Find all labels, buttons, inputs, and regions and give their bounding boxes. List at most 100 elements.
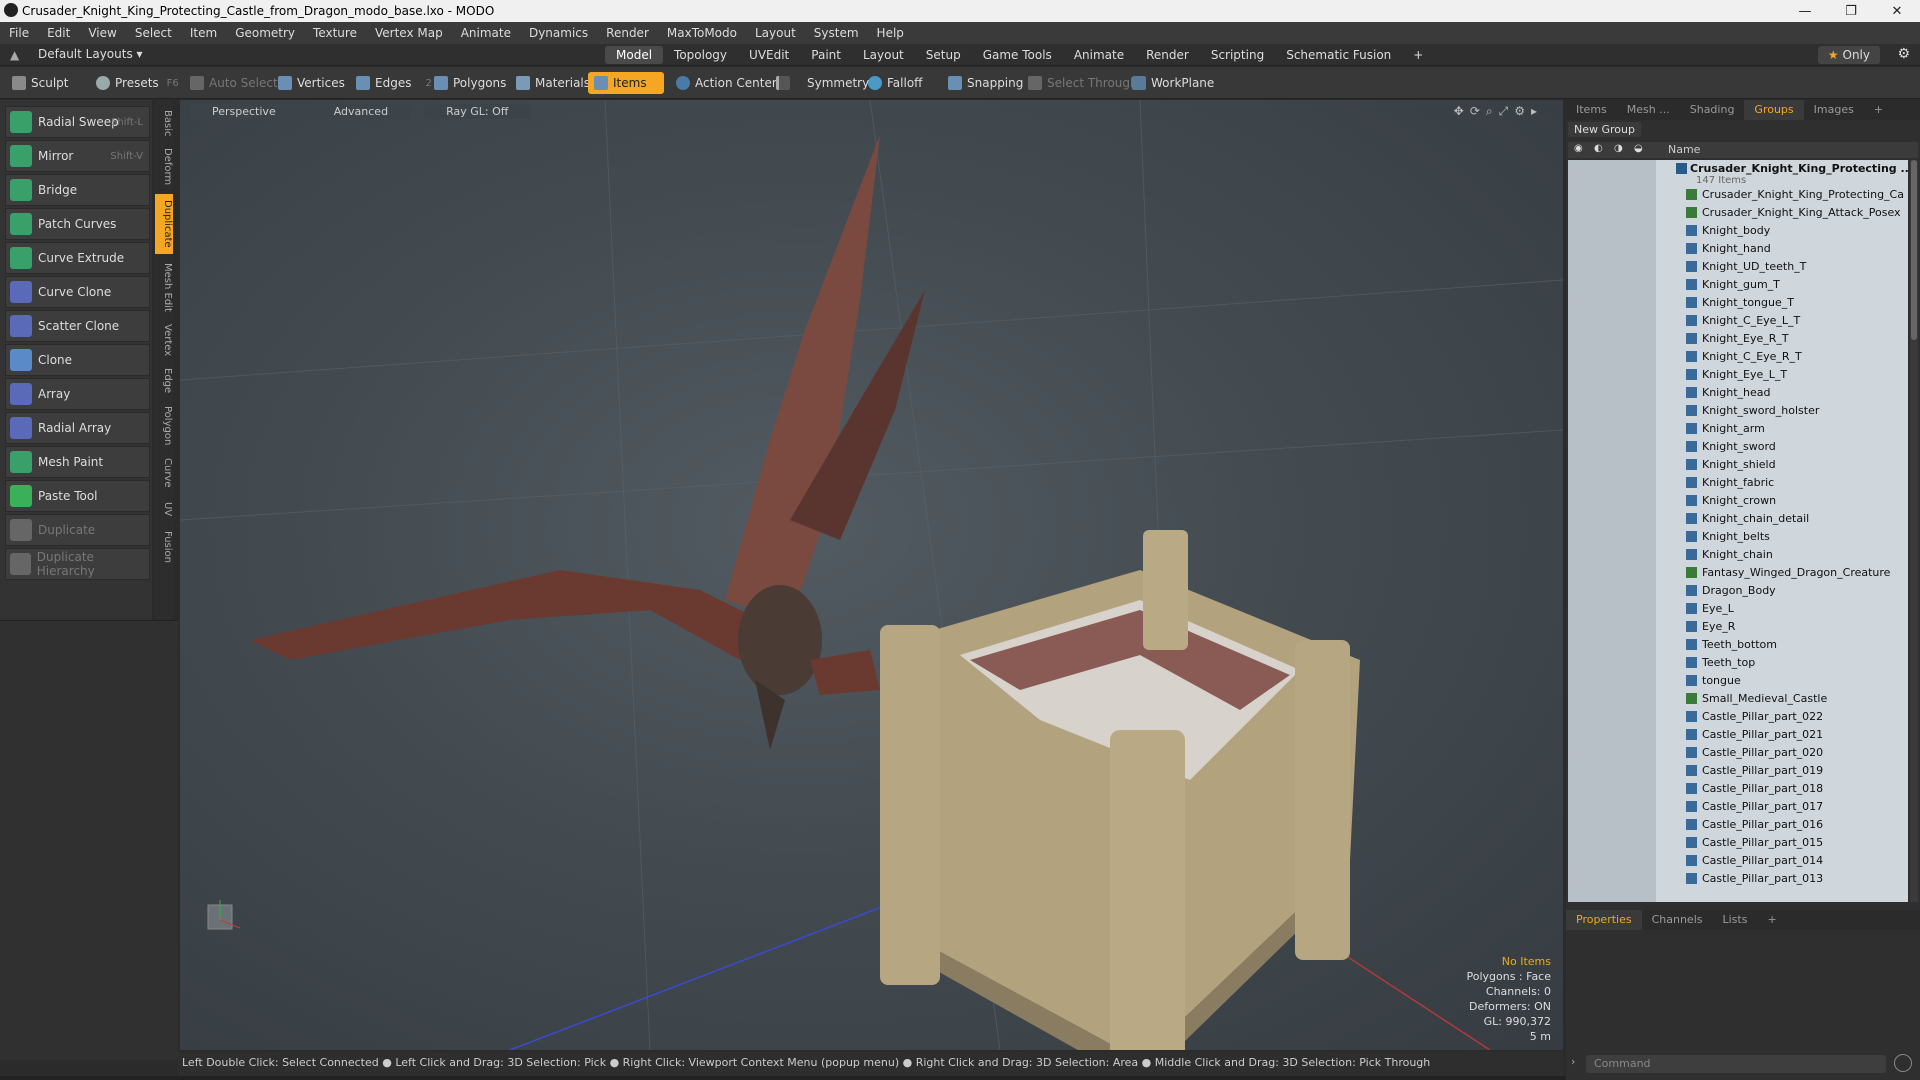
tab-items[interactable]: Items	[1566, 100, 1617, 120]
radial-array-tool[interactable]: Radial Array	[5, 412, 150, 444]
tree-item-row[interactable]: Castle_Pillar_part_014	[1568, 852, 1908, 870]
tab-setup[interactable]: Setup	[915, 46, 972, 64]
3d-viewport[interactable]: Perspective Advanced Ray GL: Off ✥⟳⌕⤢⚙▸ …	[180, 100, 1563, 1050]
tree-item-row[interactable]: Knight_UD_teeth_T	[1568, 258, 1908, 276]
tab-uvedit[interactable]: UVEdit	[738, 46, 800, 64]
advanced-dropdown[interactable]: Advanced	[311, 104, 411, 119]
tree-item-row[interactable]: Knight_belts	[1568, 528, 1908, 546]
tree-item-row[interactable]: Knight_gum_T	[1568, 276, 1908, 294]
tab-game-tools[interactable]: Game Tools	[972, 46, 1063, 64]
presets-button[interactable]: Presets F6	[90, 72, 185, 94]
gear-icon[interactable]: ⚙	[1897, 46, 1910, 62]
lock-icon[interactable]: ◐	[1594, 143, 1603, 154]
tab-scripting[interactable]: Scripting	[1200, 46, 1275, 64]
tree-item-row[interactable]: Castle_Pillar_part_020	[1568, 744, 1908, 762]
workplane-button[interactable]: WorkPlane	[1126, 72, 1220, 94]
render-icon[interactable]: ◑	[1614, 143, 1623, 154]
tab-render[interactable]: Render	[1135, 46, 1200, 64]
tree-item-row[interactable]: Teeth_bottom	[1568, 636, 1908, 654]
menu-vertex-map[interactable]: Vertex Map	[366, 26, 452, 40]
menu-view[interactable]: View	[79, 26, 125, 40]
eye-icon[interactable]: ◉	[1574, 143, 1583, 154]
viewport-nav-icons[interactable]: ✥⟳⌕⤢⚙▸	[1454, 104, 1543, 119]
tree-item-row[interactable]: Knight_Eye_R_T	[1568, 330, 1908, 348]
bridge-tool[interactable]: Bridge	[5, 174, 150, 206]
clone-tool[interactable]: Clone	[5, 344, 150, 376]
select-icon[interactable]: ◒	[1634, 143, 1643, 154]
polygons-button[interactable]: Polygons	[428, 72, 512, 94]
tree-item-row[interactable]: Castle_Pillar_part_019	[1568, 762, 1908, 780]
menu-animate[interactable]: Animate	[452, 26, 520, 40]
tab-schematic-fusion[interactable]: Schematic Fusion	[1275, 46, 1402, 64]
layout-toggle-icon[interactable]: ▲	[10, 48, 19, 62]
tree-item-row[interactable]: tongue	[1568, 672, 1908, 690]
tree-item-row[interactable]: Knight_fabric	[1568, 474, 1908, 492]
tree-item-row[interactable]: Knight_hand	[1568, 240, 1908, 258]
new-group-button[interactable]: New Group	[1568, 122, 1641, 137]
add-tab-button[interactable]: +	[1402, 46, 1434, 64]
menu-file[interactable]: File	[0, 26, 38, 40]
add-properties-tab[interactable]: +	[1757, 910, 1786, 930]
minimize-icon[interactable]: —	[1782, 0, 1828, 22]
mirror-tool[interactable]: Mirror Shift-V	[5, 140, 150, 172]
menu-help[interactable]: Help	[868, 26, 913, 40]
add-panel-tab[interactable]: +	[1864, 100, 1893, 120]
close-icon[interactable]: ✕	[1874, 0, 1920, 22]
tree-item-row[interactable]: Knight_C_Eye_L_T	[1568, 312, 1908, 330]
vtab-polygon[interactable]: Polygon	[155, 402, 173, 450]
menu-system[interactable]: System	[805, 26, 868, 40]
paste-tool[interactable]: Paste Tool	[5, 480, 150, 512]
edges-button[interactable]: Edges 2	[350, 72, 438, 94]
tree-item-row[interactable]: Castle_Pillar_part_018	[1568, 780, 1908, 798]
tab-channels[interactable]: Channels	[1642, 910, 1713, 930]
tree-item-row[interactable]: Castle_Pillar_part_021	[1568, 726, 1908, 744]
tab-animate[interactable]: Animate	[1063, 46, 1135, 64]
tree-item-row[interactable]: Knight_shield	[1568, 456, 1908, 474]
array-tool[interactable]: Array	[5, 378, 150, 410]
tree-item-row[interactable]: Fantasy_Winged_Dragon_Creature	[1568, 564, 1908, 582]
mesh-paint-tool[interactable]: Mesh Paint	[5, 446, 150, 478]
tree-item-row[interactable]: Castle_Pillar_part_022	[1568, 708, 1908, 726]
tab-paint[interactable]: Paint	[800, 46, 852, 64]
menu-item[interactable]: Item	[181, 26, 226, 40]
tree-item-row[interactable]: Knight_C_Eye_R_T	[1568, 348, 1908, 366]
menu-texture[interactable]: Texture	[304, 26, 366, 40]
menu-dynamics[interactable]: Dynamics	[520, 26, 597, 40]
tree-item-row[interactable]: Teeth_top	[1568, 654, 1908, 672]
tree-item-row[interactable]: Eye_R	[1568, 618, 1908, 636]
command-input[interactable]: Command	[1586, 1055, 1886, 1073]
vtab-duplicate[interactable]: Duplicate	[155, 194, 173, 254]
default-layouts-dropdown[interactable]: Default Layouts ▾	[38, 47, 143, 61]
tree-item-row[interactable]: Knight_head	[1568, 384, 1908, 402]
raygl-dropdown[interactable]: Ray GL: Off	[424, 104, 531, 119]
vtab-deform[interactable]: Deform	[155, 146, 173, 188]
perspective-dropdown[interactable]: Perspective	[190, 104, 298, 119]
tab-properties[interactable]: Properties	[1566, 910, 1642, 930]
snapping-button[interactable]: Snapping	[942, 72, 1029, 94]
tree-item-row[interactable]: Castle_Pillar_part_017	[1568, 798, 1908, 816]
falloff-button[interactable]: Falloff	[862, 72, 928, 94]
tree-item-row[interactable]: Castle_Pillar_part_013	[1568, 870, 1908, 888]
vtab-edge[interactable]: Edge	[155, 364, 173, 398]
materials-button[interactable]: Materials	[510, 72, 596, 94]
vtab-mesh-edit[interactable]: Mesh Edit	[155, 258, 173, 316]
tab-model[interactable]: Model	[605, 46, 664, 64]
command-history-icon[interactable]	[1894, 1054, 1912, 1072]
tab-shading[interactable]: Shading	[1680, 100, 1745, 120]
duplicate-hierarchy-tool[interactable]: Duplicate Hierarchy	[5, 548, 150, 580]
tree-item-row[interactable]: Crusader_Knight_King_Attack_Posex	[1568, 204, 1908, 222]
tree-item-row[interactable]: Castle_Pillar_part_016	[1568, 816, 1908, 834]
tree-item-row[interactable]: Eye_L	[1568, 600, 1908, 618]
tab-mesh[interactable]: Mesh ...	[1617, 100, 1680, 120]
menu-select[interactable]: Select	[126, 26, 181, 40]
tree-item-row[interactable]: Dragon_Body	[1568, 582, 1908, 600]
symmetry-button[interactable]: Symmetry	[770, 72, 875, 94]
scrollbar-thumb[interactable]	[1911, 160, 1917, 340]
menu-layout[interactable]: Layout	[746, 26, 805, 40]
maximize-icon[interactable]: ❐	[1828, 0, 1874, 22]
tab-lists[interactable]: Lists	[1713, 910, 1758, 930]
tree-item-row[interactable]: Knight_sword	[1568, 438, 1908, 456]
tree-item-row[interactable]: Knight_body	[1568, 222, 1908, 240]
group-tree[interactable]: Crusader_Knight_King_Protecting ... 147 …	[1568, 160, 1908, 902]
scatter-clone-tool[interactable]: Scatter Clone	[5, 310, 150, 342]
